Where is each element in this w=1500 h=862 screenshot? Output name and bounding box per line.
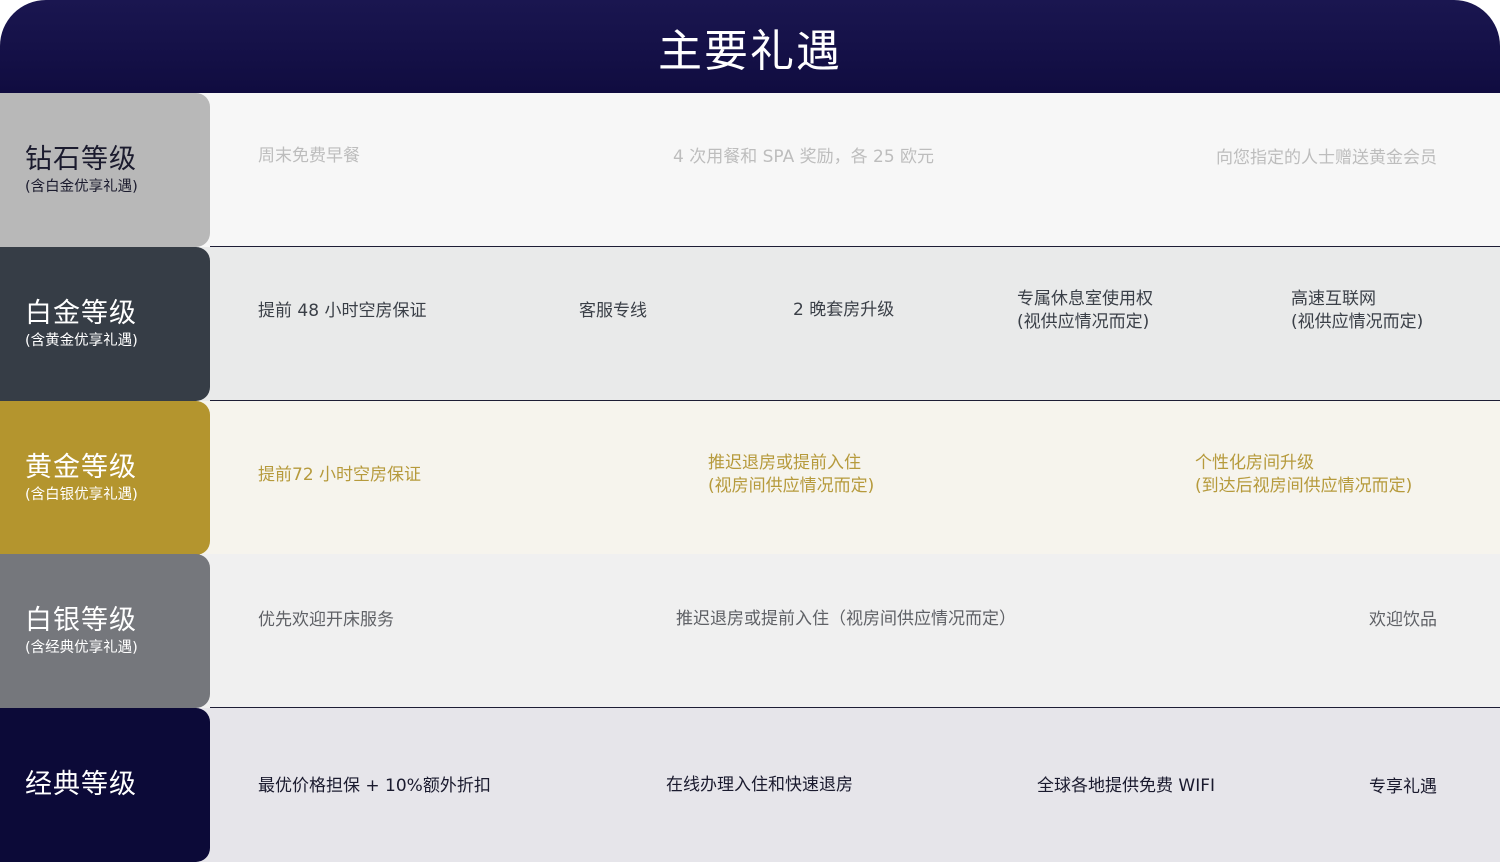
benefit-item: 推迟退房或提前入住（视房间供应情况而定） [676,609,1016,629]
tier-subtitle: (含白金优享礼遇) [25,179,138,195]
page-title: 主要礼遇 [658,25,842,77]
benefits-panel [200,554,1500,708]
benefit-item: 提前72 小时空房保证 [258,465,422,485]
benefit-item: 推迟退房或提前入住 (视房间供应情况而定) [708,453,875,496]
tier-row-gold: 黄金等级 (含白银优享礼遇) 提前72 小时空房保证 推迟退房或提前入住 (视房… [0,401,1500,555]
benefit-item: 全球各地提供免费 WIFI [1037,776,1216,796]
tier-row-classic: 经典等级 最优价格担保 + 10%额外折扣 在线办理入住和快速退房 全球各地提供… [0,708,1500,862]
benefit-item: 欢迎饮品 [1369,610,1437,630]
tier-row-diamond: 钻石等级 (含白金优享礼遇) 周末免费早餐 4 次用餐和 SPA 奖励，各 25… [0,93,1500,247]
benefit-item: 最优价格担保 + 10%额外折扣 [258,776,491,796]
tier-label-gold: 黄金等级 (含白银优享礼遇) [0,401,210,555]
benefit-item: 专享礼遇 [1369,777,1437,797]
tier-subtitle: (含黄金优享礼遇) [25,333,138,349]
tier-name: 钻石等级 [25,144,137,175]
tier-row-silver: 白银等级 (含经典优享礼遇) 优先欢迎开床服务 推迟退房或提前入住（视房间供应情… [0,554,1500,708]
tier-label-platinum: 白金等级 (含黄金优享礼遇) [0,247,210,401]
benefit-item: 2 晚套房升级 [793,300,895,320]
benefit-item: 优先欢迎开床服务 [258,610,394,630]
tier-name: 白银等级 [25,605,137,636]
tier-subtitle: (含经典优享礼遇) [25,640,138,656]
benefit-item: 向您指定的人士赠送黄金会员 [1216,148,1437,168]
benefit-item: 提前 48 小时空房保证 [258,301,427,321]
tier-name: 经典等级 [25,769,137,800]
tier-name: 黄金等级 [25,452,137,483]
tier-label-silver: 白银等级 (含经典优享礼遇) [0,554,210,708]
tier-row-platinum: 白金等级 (含黄金优享礼遇) 提前 48 小时空房保证 客服专线 2 晚套房升级… [0,247,1500,401]
benefit-item: 周末免费早餐 [258,146,360,166]
tier-name: 白金等级 [25,298,137,329]
benefit-item: 在线办理入住和快速退房 [666,775,853,795]
benefit-item: 个性化房间升级 (到达后视房间供应情况而定) [1195,453,1413,496]
benefits-panel [200,93,1500,247]
header-banner: 主要礼遇 [0,0,1500,93]
benefit-item: 高速互联网 (视供应情况而定) [1291,289,1424,332]
benefit-item: 专属休息室使用权 (视供应情况而定) [1017,289,1153,332]
tier-label-classic: 经典等级 [0,708,210,862]
benefit-item: 客服专线 [579,301,647,321]
tier-subtitle: (含白银优享礼遇) [25,487,138,503]
tier-label-diamond: 钻石等级 (含白金优享礼遇) [0,93,210,247]
benefit-item: 4 次用餐和 SPA 奖励，各 25 欧元 [673,147,935,167]
